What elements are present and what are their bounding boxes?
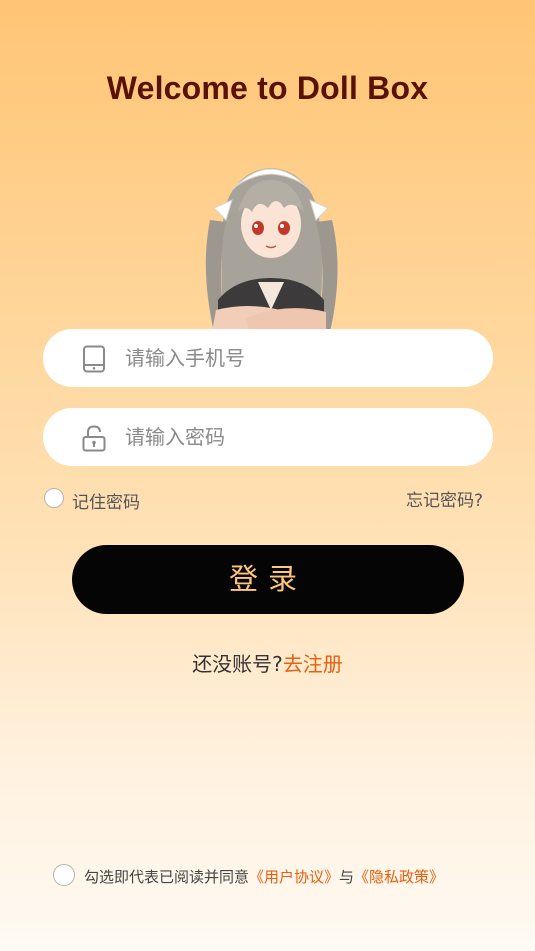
login-button[interactable]: 登录	[72, 545, 464, 614]
agreement-checkbox[interactable]	[53, 864, 75, 886]
mascot-illustration	[205, 168, 338, 332]
register-row: 还没账号?去注册	[0, 648, 535, 677]
remember-password-label[interactable]: 记住密码	[72, 488, 140, 513]
remember-password-checkbox[interactable]	[44, 488, 64, 508]
register-prompt: 还没账号?	[192, 652, 283, 676]
agreement-text: 勾选即代表已阅读并同意《用户协议》与《隐私政策》	[84, 866, 444, 887]
phone-icon	[83, 345, 105, 373]
phone-field	[43, 329, 493, 387]
register-link[interactable]: 去注册	[283, 652, 343, 676]
agreement-prefix: 勾选即代表已阅读并同意	[84, 868, 250, 886]
password-field	[43, 408, 493, 466]
user-agreement-link[interactable]: 《用户协议》	[249, 868, 339, 886]
forgot-password-link[interactable]: 忘记密码?	[406, 486, 483, 511]
unlock-icon	[82, 425, 106, 452]
login-options: 记住密码 忘记密码?	[43, 486, 493, 514]
agreement-row: 勾选即代表已阅读并同意《用户协议》与《隐私政策》	[53, 862, 493, 888]
password-input[interactable]	[125, 408, 465, 466]
page-title: Welcome to Doll Box	[106, 70, 429, 106]
agreement-joiner: 与	[339, 868, 355, 886]
phone-input[interactable]	[125, 329, 465, 387]
privacy-policy-link[interactable]: 《隐私政策》	[354, 868, 444, 886]
